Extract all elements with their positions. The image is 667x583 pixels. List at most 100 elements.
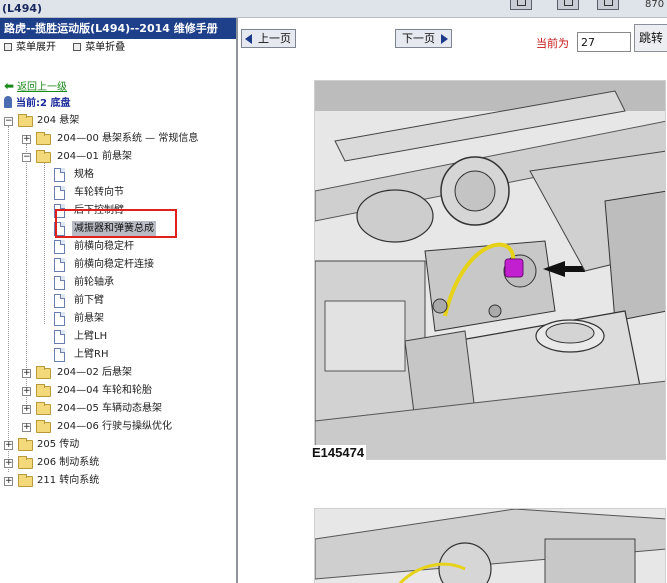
close-button[interactable] xyxy=(597,0,619,10)
menu-collapse-link[interactable]: 菜单折叠 xyxy=(85,42,125,53)
arrow-left-icon xyxy=(245,34,252,44)
tree-leaf-label[interactable]: 前横向稳定杆连接 xyxy=(74,256,154,274)
tree-node-label[interactable]: 204—04 车轮和轮胎 xyxy=(57,382,152,400)
tree-leaf-label[interactable]: 上臂RH xyxy=(74,346,108,364)
manual-title: 路虎--揽胜运动版(L494)--2014 维修手册 xyxy=(0,18,236,39)
folder-icon xyxy=(36,132,51,145)
expand-toggle-icon[interactable]: + xyxy=(4,441,13,450)
tree-node-204-04[interactable]: + 204—04 车轮和轮胎 xyxy=(0,382,236,400)
expand-toggle-icon[interactable]: + xyxy=(22,387,31,396)
page-icon xyxy=(54,186,65,200)
tree-node-211[interactable]: + 211 转向系统 xyxy=(0,472,236,490)
expand-toggle-icon[interactable]: + xyxy=(22,135,31,144)
page-icon xyxy=(54,276,65,290)
folder-icon xyxy=(18,456,33,469)
tree-leaf-label[interactable]: 前悬架 xyxy=(74,310,104,328)
page-viewer: 上一页 下一页 当前为 跳转 xyxy=(240,18,667,583)
tree-node-label[interactable]: 204—06 行驶与操纵优化 xyxy=(57,418,172,436)
location-pin-icon xyxy=(4,96,12,108)
tree-node-204-06[interactable]: + 204—06 行驶与操纵优化 xyxy=(0,418,236,436)
sidebar: 路虎--揽胜运动版(L494)--2014 维修手册 菜单展开 菜单折叠 ⬅ 返回… xyxy=(0,18,238,583)
annotation-highlight-box xyxy=(55,209,177,238)
back-link[interactable]: 返回上一级 xyxy=(17,82,67,93)
menu-controls: 菜单展开 菜单折叠 xyxy=(0,39,236,57)
tree-leaf[interactable]: 前下臂 xyxy=(0,292,236,310)
tree-node-label[interactable]: 204—00 悬架系统 — 常规信息 xyxy=(57,130,198,148)
next-page-label: 下一页 xyxy=(402,32,435,45)
folder-icon xyxy=(18,438,33,451)
tree-node-204-00[interactable]: + 204—00 悬架系统 — 常规信息 xyxy=(0,130,236,148)
tree-node-204-05[interactable]: + 204—05 车辆动态悬架 xyxy=(0,400,236,418)
page-icon xyxy=(54,312,65,326)
page-icon xyxy=(54,258,65,272)
service-illustration xyxy=(314,80,666,460)
figure-caption: E145474 xyxy=(310,445,367,460)
page-icon xyxy=(54,168,65,182)
folder-icon xyxy=(36,402,51,415)
back-arrow-icon: ⬅ xyxy=(4,79,15,93)
engine-bay-illustration xyxy=(315,509,665,583)
tree-leaf-label[interactable]: 车轮转向节 xyxy=(74,184,124,202)
tree-node-204[interactable]: − 204 悬架 xyxy=(0,112,236,130)
collapse-toggle-icon[interactable]: − xyxy=(4,117,13,126)
next-page-button[interactable]: 下一页 xyxy=(395,29,452,48)
tree-node-label[interactable]: 204—01 前悬架 xyxy=(57,148,132,166)
collapse-icon xyxy=(73,43,82,51)
corner-text: 870 xyxy=(645,0,665,10)
tree-node-label[interactable]: 206 制动系统 xyxy=(37,454,99,472)
tree-node-label[interactable]: 204—05 车辆动态悬架 xyxy=(57,400,162,418)
expand-toggle-icon[interactable]: + xyxy=(4,477,13,486)
tree-node-205[interactable]: + 205 传动 xyxy=(0,436,236,454)
menu-expand-link[interactable]: 菜单展开 xyxy=(16,42,56,53)
tree-leaf[interactable]: 前横向稳定杆 xyxy=(0,238,236,256)
maximize-button[interactable] xyxy=(557,0,579,10)
expand-toggle-icon[interactable]: + xyxy=(22,369,31,378)
page-icon xyxy=(54,240,65,254)
tree-leaf[interactable]: 前横向稳定杆连接 xyxy=(0,256,236,274)
tree-leaf-label[interactable]: 前横向稳定杆 xyxy=(74,238,134,256)
folder-open-icon xyxy=(18,114,33,127)
page-icon xyxy=(54,294,65,308)
engine-bay-illustration xyxy=(315,81,665,459)
minimize-button[interactable] xyxy=(510,0,532,10)
tree-node-label[interactable]: 205 传动 xyxy=(37,436,79,454)
collapse-toggle-icon[interactable]: − xyxy=(22,153,31,162)
tree-leaf[interactable]: 车轮转向节 xyxy=(0,184,236,202)
tree-leaf[interactable]: 前轮轴承 xyxy=(0,274,236,292)
page-icon xyxy=(54,348,65,362)
tree-node-204-01[interactable]: − 204—01 前悬架 xyxy=(0,148,236,166)
window-title: (L494) xyxy=(2,2,43,15)
back-row[interactable]: ⬅ 返回上一级 xyxy=(0,77,236,95)
toc-tree: − 204 悬架 + 204—00 悬架系统 — 常规信息 − 204—01 前… xyxy=(0,112,236,490)
page-number-input[interactable] xyxy=(577,32,631,52)
current-location-text: 当前:2 底盘 xyxy=(16,98,71,109)
expand-toggle-icon[interactable]: + xyxy=(4,459,13,468)
jump-button[interactable]: 跳转 xyxy=(634,24,667,52)
tree-node-label[interactable]: 211 转向系统 xyxy=(37,472,99,490)
tree-leaf[interactable]: 上臂RH xyxy=(0,346,236,364)
expand-toggle-icon[interactable]: + xyxy=(22,423,31,432)
tree-node-label[interactable]: 204—02 后悬架 xyxy=(57,364,132,382)
arrow-right-icon xyxy=(441,34,448,44)
folder-icon xyxy=(36,420,51,433)
tree-leaf-label[interactable]: 前轮轴承 xyxy=(74,274,114,292)
page-navigation-bar: 上一页 下一页 当前为 跳转 xyxy=(240,18,667,62)
tree-leaf[interactable]: 上臂LH xyxy=(0,328,236,346)
tree-leaf[interactable]: 规格 xyxy=(0,166,236,184)
expand-toggle-icon[interactable]: + xyxy=(22,405,31,414)
tree-node-label[interactable]: 204 悬架 xyxy=(37,112,79,130)
tree-leaf-label[interactable]: 规格 xyxy=(74,166,94,184)
close-icon xyxy=(604,0,613,6)
page-icon xyxy=(54,330,65,344)
expand-icon xyxy=(4,43,12,51)
tree-leaf-label[interactable]: 上臂LH xyxy=(74,328,107,346)
minimize-icon xyxy=(517,0,526,6)
tree-leaf-label[interactable]: 前下臂 xyxy=(74,292,104,310)
window-title-bar: (L494) 870 xyxy=(0,0,667,18)
service-illustration xyxy=(314,508,666,583)
prev-page-button[interactable]: 上一页 xyxy=(241,29,296,48)
tree-node-204-02[interactable]: + 204—02 后悬架 xyxy=(0,364,236,382)
prev-page-label: 上一页 xyxy=(258,32,291,45)
tree-node-206[interactable]: + 206 制动系统 xyxy=(0,454,236,472)
tree-leaf[interactable]: 前悬架 xyxy=(0,310,236,328)
